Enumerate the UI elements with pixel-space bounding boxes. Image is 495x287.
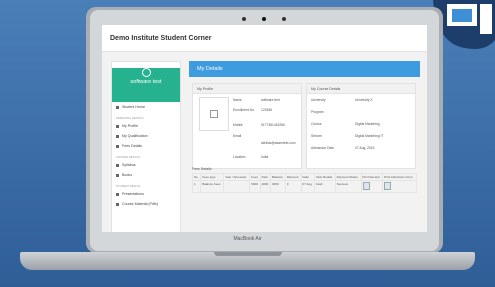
brand-logo-icon — [141, 68, 151, 77]
profile-field-value: 9177381415256 — [261, 123, 285, 127]
home-icon — [116, 105, 119, 109]
profile-field-key: Email — [233, 134, 242, 138]
profile-field-key: Location — [233, 155, 246, 159]
sidebar-item-label: Syllabus — [122, 163, 136, 167]
brand-name: software test — [130, 79, 162, 85]
profile-panel-title: My Profile — [193, 84, 301, 94]
profile-field-key: Enrollment No. — [233, 108, 255, 112]
column-header: Balance — [270, 173, 286, 181]
column-header: View Details — [313, 173, 336, 181]
course-field-key: University — [311, 98, 326, 102]
laptop-notch — [214, 252, 282, 256]
profile-field-value: India — [261, 155, 269, 159]
camera-dot-icon — [242, 17, 246, 21]
column-header: Discount — [284, 173, 302, 181]
sidebar-item-syllabus[interactable]: Syllabus — [112, 160, 180, 170]
course-field-key: Stream — [311, 134, 322, 138]
table-cell[interactable]: Cash — [313, 180, 336, 193]
image-placeholder-icon — [210, 110, 218, 118]
sidebar: software test Student Home Personal Deta… — [111, 61, 181, 232]
brand-block[interactable]: software test — [112, 68, 180, 102]
table-cell: 07 Aug — [300, 180, 315, 193]
profile-panel: My Profile Name software test Enrollment… — [192, 83, 302, 169]
document-icon[interactable] — [362, 182, 370, 190]
table-cell: 5000 — [249, 180, 261, 193]
column-header: Fees type — [200, 173, 225, 181]
table-cell: Balance Fees — [200, 180, 225, 193]
camera-dot-icon — [282, 17, 286, 21]
profile-field-value: software test — [261, 98, 280, 102]
column-header: Year / Semester — [223, 173, 251, 181]
column-header: Date — [300, 173, 315, 181]
top-bar: Demo Institute Student Corner — [102, 25, 427, 52]
sidebar-item-label: Fees Details — [122, 144, 142, 148]
fees-title: Fees Details — [192, 167, 212, 171]
section-header: My Details — [189, 61, 420, 77]
sidebar-section-result: Student Result — [116, 184, 141, 188]
column-header: Payment Status — [334, 173, 362, 181]
column-header: Print Receipt — [360, 173, 384, 181]
page-title: Demo Institute Student Corner — [110, 34, 212, 42]
course-field-value: University X — [355, 98, 373, 102]
camera-icon — [262, 17, 266, 21]
course-field-key: Program — [311, 110, 324, 114]
table-row: 1 Balance Fees 5000 2000 3000 0 07 Aug C… — [191, 180, 417, 193]
syllabus-icon — [116, 163, 119, 167]
fees-table: No. Fees type Year / Semester Fees Paid … — [191, 173, 417, 193]
sidebar-item-label: Course Material (Pdfs) — [122, 202, 158, 206]
table-header-row: No. Fees type Year / Semester Fees Paid … — [191, 173, 417, 181]
column-header: Paid — [259, 173, 272, 181]
table-cell: 2000 — [259, 180, 272, 193]
table-cell: 1 — [191, 180, 202, 193]
column-header: No. — [191, 173, 202, 181]
course-field-value: Digital Marketing — [355, 122, 380, 126]
main-panel: My Details My Profile Name software test… — [189, 61, 420, 232]
user-icon — [116, 124, 119, 128]
course-field-value: Digital Marketing IT — [355, 134, 384, 138]
course-field-key: Admission Date — [311, 146, 335, 150]
course-panel-title: My Course Details — [307, 84, 415, 94]
laptop-screen: Demo Institute Student Corner software t… — [102, 25, 427, 232]
course-field-value: 07 Aug, 2015 — [355, 146, 375, 150]
course-field-key: Course — [311, 122, 322, 126]
sidebar-section-personal: Personal Details — [116, 116, 144, 120]
document-icon[interactable] — [384, 182, 392, 190]
profile-photo — [199, 97, 229, 131]
column-header: Print Admission Form — [382, 173, 417, 181]
content-area: software test Student Home Personal Deta… — [102, 52, 427, 232]
fees-section: Fees Details No. Fees type Year / Semest… — [191, 167, 417, 232]
sidebar-item-label: Presentations — [122, 192, 144, 196]
sidebar-item-label: Books — [122, 173, 132, 177]
table-cell: 3000 — [270, 180, 286, 193]
profile-field-value: 123456 — [261, 108, 273, 112]
table-cell: Success — [334, 180, 362, 193]
column-header: Fees — [249, 173, 261, 181]
sidebar-item-my-qualification[interactable]: My Qualification — [112, 131, 180, 141]
sidebar-item-books[interactable]: Books — [112, 170, 180, 180]
device-label: MacBook Air — [233, 236, 262, 242]
profile-field-key: Mobile — [233, 123, 243, 127]
print-receipt-cell[interactable] — [360, 180, 384, 193]
book-icon — [116, 173, 119, 177]
qualification-icon — [116, 134, 119, 138]
course-panel: My Course Details University University … — [306, 83, 416, 169]
fees-icon — [116, 144, 119, 148]
sidebar-item-label: My Qualification — [122, 134, 148, 138]
sidebar-section-course: Course Details — [116, 155, 141, 159]
table-cell — [223, 180, 251, 193]
profile-field-value: abhilas@aasertest.com — [261, 141, 296, 145]
sidebar-item-presentations[interactable]: Presentations — [112, 189, 180, 199]
sidebar-item-label: Student Home — [122, 105, 145, 109]
profile-field-key: Name — [233, 98, 242, 102]
pdf-icon — [116, 202, 119, 206]
sidebar-item-my-profile[interactable]: My Profile — [112, 121, 180, 131]
sidebar-item-label: My Profile — [122, 124, 138, 128]
table-cell: 0 — [284, 180, 302, 193]
sidebar-item-fees-details[interactable]: Fees Details — [112, 141, 180, 151]
print-admission-cell[interactable] — [382, 180, 417, 193]
presentation-icon — [116, 192, 119, 196]
sidebar-item-course-material[interactable]: Course Material (Pdfs) — [112, 199, 180, 209]
sidebar-item-student-home[interactable]: Student Home — [112, 102, 180, 112]
